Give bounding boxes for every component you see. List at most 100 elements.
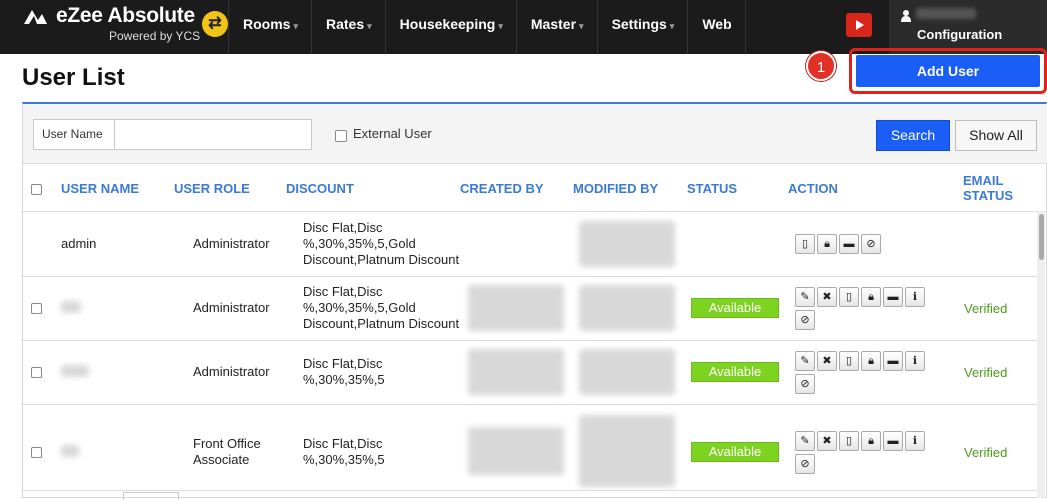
- message-icon[interactable]: ▬: [883, 351, 903, 371]
- user-list-panel: User Name External User Search Show All …: [22, 102, 1047, 500]
- main-menu: Rooms ▾ Rates ▾ Housekeeping ▾ Master ▾ Sett…: [228, 0, 746, 54]
- brand[interactable]: eZee Absolute Powered by YCS ⇄: [0, 0, 228, 54]
- brand-name: eZee Absolute: [56, 4, 195, 27]
- user-name-cell: admin: [61, 236, 97, 251]
- chevron-down-icon: ▾: [293, 21, 298, 31]
- lock-icon[interactable]: 🔒︎: [861, 431, 881, 451]
- close-icon[interactable]: ✖: [817, 287, 837, 307]
- filter-bar: User Name External User Search Show All: [23, 104, 1047, 164]
- menu-master[interactable]: Master ▾: [515, 0, 597, 54]
- col-email-status-line1: EMAIL: [963, 173, 1004, 188]
- col-user-name[interactable]: USER NAME: [61, 181, 139, 196]
- col-action: ACTION: [788, 181, 838, 196]
- modified-by-redacted: [579, 285, 675, 331]
- menu-rates[interactable]: Rates ▾: [310, 0, 385, 54]
- modified-by-redacted: [579, 349, 675, 395]
- search-button[interactable]: Search: [876, 120, 950, 151]
- no-mobile-icon[interactable]: ⊘: [795, 374, 815, 394]
- menu-web[interactable]: Web: [687, 0, 746, 54]
- lock-icon[interactable]: 🔒︎: [861, 351, 881, 371]
- user-role-cell: Front Office Associate: [193, 436, 261, 468]
- info-icon[interactable]: ℹ: [905, 287, 925, 307]
- message-icon[interactable]: ▬: [839, 234, 859, 254]
- info-icon[interactable]: ℹ: [905, 431, 925, 451]
- row-actions: ✎ ✖ ▯ 🔒︎ ▬ ℹ ⊘: [795, 351, 955, 397]
- no-mobile-icon[interactable]: ⊘: [795, 310, 815, 330]
- lock-icon[interactable]: 🔒︎: [817, 234, 837, 254]
- discount-cell: Disc Flat,Disc %,30%,35%,5: [303, 356, 385, 388]
- pencil-icon[interactable]: ✎: [795, 351, 815, 371]
- chevron-down-icon: ▾: [367, 21, 372, 31]
- youtube-icon[interactable]: [846, 13, 872, 37]
- menu-rates-label: Rates: [325, 16, 365, 32]
- menu-rooms[interactable]: Rooms ▾: [228, 0, 311, 54]
- mobile-icon[interactable]: ▯: [839, 431, 859, 451]
- discount-line: %,30%,35%,5: [303, 372, 385, 387]
- col-user-role[interactable]: USER ROLE: [174, 181, 250, 196]
- pencil-icon[interactable]: ✎: [795, 287, 815, 307]
- add-user-highlight: Add User: [849, 48, 1047, 94]
- message-icon[interactable]: ▬: [883, 431, 903, 451]
- user-name-redacted: [916, 8, 976, 19]
- discount-line: Disc Flat,Disc: [303, 436, 383, 451]
- modified-by-redacted: [579, 221, 675, 267]
- table-row: Administrator Disc Flat,Disc %,30%,35%,5…: [23, 341, 1039, 405]
- menu-housekeeping[interactable]: Housekeeping ▾: [384, 0, 516, 54]
- external-user-checkbox[interactable]: [335, 130, 347, 142]
- col-email-status[interactable]: EMAIL STATUS: [963, 173, 1013, 203]
- user-name-redacted: [61, 445, 79, 457]
- mobile-icon[interactable]: ▯: [839, 287, 859, 307]
- row-checkbox[interactable]: [31, 447, 42, 458]
- created-by-redacted: [468, 427, 564, 475]
- user-menu[interactable]: Configuration: [889, 0, 1047, 54]
- modified-by-redacted: [579, 415, 675, 487]
- col-discount[interactable]: DISCOUNT: [286, 181, 354, 196]
- email-status-cell: Verified: [964, 445, 1008, 460]
- menu-settings[interactable]: Settings ▾: [596, 0, 688, 54]
- mobile-icon[interactable]: ▯: [839, 351, 859, 371]
- no-mobile-icon[interactable]: ⊘: [795, 454, 815, 474]
- menu-settings-label: Settings: [611, 16, 667, 32]
- user-name-filter-label: User Name: [33, 119, 115, 150]
- col-email-status-line2: STATUS: [963, 188, 1014, 203]
- info-icon[interactable]: ℹ: [905, 351, 925, 371]
- user-role-line: Associate: [193, 452, 250, 467]
- user-name-redacted: [61, 365, 89, 377]
- row-checkbox[interactable]: [31, 367, 42, 378]
- message-icon[interactable]: ▬: [883, 287, 903, 307]
- user-name-filter-input[interactable]: [114, 119, 312, 150]
- table-row: admin Administrator Disc Flat,Disc %,30%…: [23, 213, 1039, 277]
- row-checkbox[interactable]: [31, 303, 42, 314]
- discount-line: Disc Flat,Disc: [303, 284, 383, 299]
- discount-line: %,30%,35%,5,Gold: [303, 236, 416, 251]
- user-role-cell: Administrator: [193, 364, 270, 379]
- add-user-button[interactable]: Add User: [856, 55, 1040, 87]
- menu-housekeeping-label: Housekeeping: [399, 16, 496, 32]
- row-actions: ✎ ✖ ▯ 🔒︎ ▬ ℹ ⊘: [795, 287, 955, 333]
- menu-rooms-label: Rooms: [243, 16, 291, 32]
- email-status-cell: Verified: [964, 301, 1008, 316]
- top-navigation-bar: eZee Absolute Powered by YCS ⇄ Rooms ▾ Ra…: [0, 0, 1047, 54]
- lock-icon[interactable]: 🔒︎: [861, 287, 881, 307]
- close-icon[interactable]: ✖: [817, 431, 837, 451]
- select-all-checkbox[interactable]: [31, 184, 42, 195]
- ezee-logo-icon: [24, 10, 47, 24]
- show-all-button[interactable]: Show All: [955, 120, 1037, 151]
- table-row: Administrator Disc Flat,Disc %,30%,35%,5…: [23, 277, 1039, 341]
- mobile-icon[interactable]: ▯: [795, 234, 815, 254]
- col-modified-by[interactable]: MODIFIED BY: [573, 181, 658, 196]
- pencil-icon[interactable]: ✎: [795, 431, 815, 451]
- pagination-tab[interactable]: [123, 492, 179, 500]
- created-by-redacted: [468, 285, 564, 331]
- status-badge: Available: [691, 362, 779, 382]
- switch-property-icon[interactable]: ⇄: [202, 11, 228, 37]
- discount-cell: Disc Flat,Disc %,30%,35%,5,Gold Discount…: [303, 220, 459, 268]
- menu-web-label: Web: [702, 16, 732, 32]
- user-name-redacted: [61, 301, 81, 313]
- no-mobile-icon[interactable]: ⊘: [861, 234, 881, 254]
- close-icon[interactable]: ✖: [817, 351, 837, 371]
- discount-cell: Disc Flat,Disc %,30%,35%,5: [303, 436, 385, 468]
- col-created-by[interactable]: CREATED BY: [460, 181, 544, 196]
- table-scrollbar-thumb[interactable]: [1039, 214, 1044, 260]
- col-status[interactable]: STATUS: [687, 181, 737, 196]
